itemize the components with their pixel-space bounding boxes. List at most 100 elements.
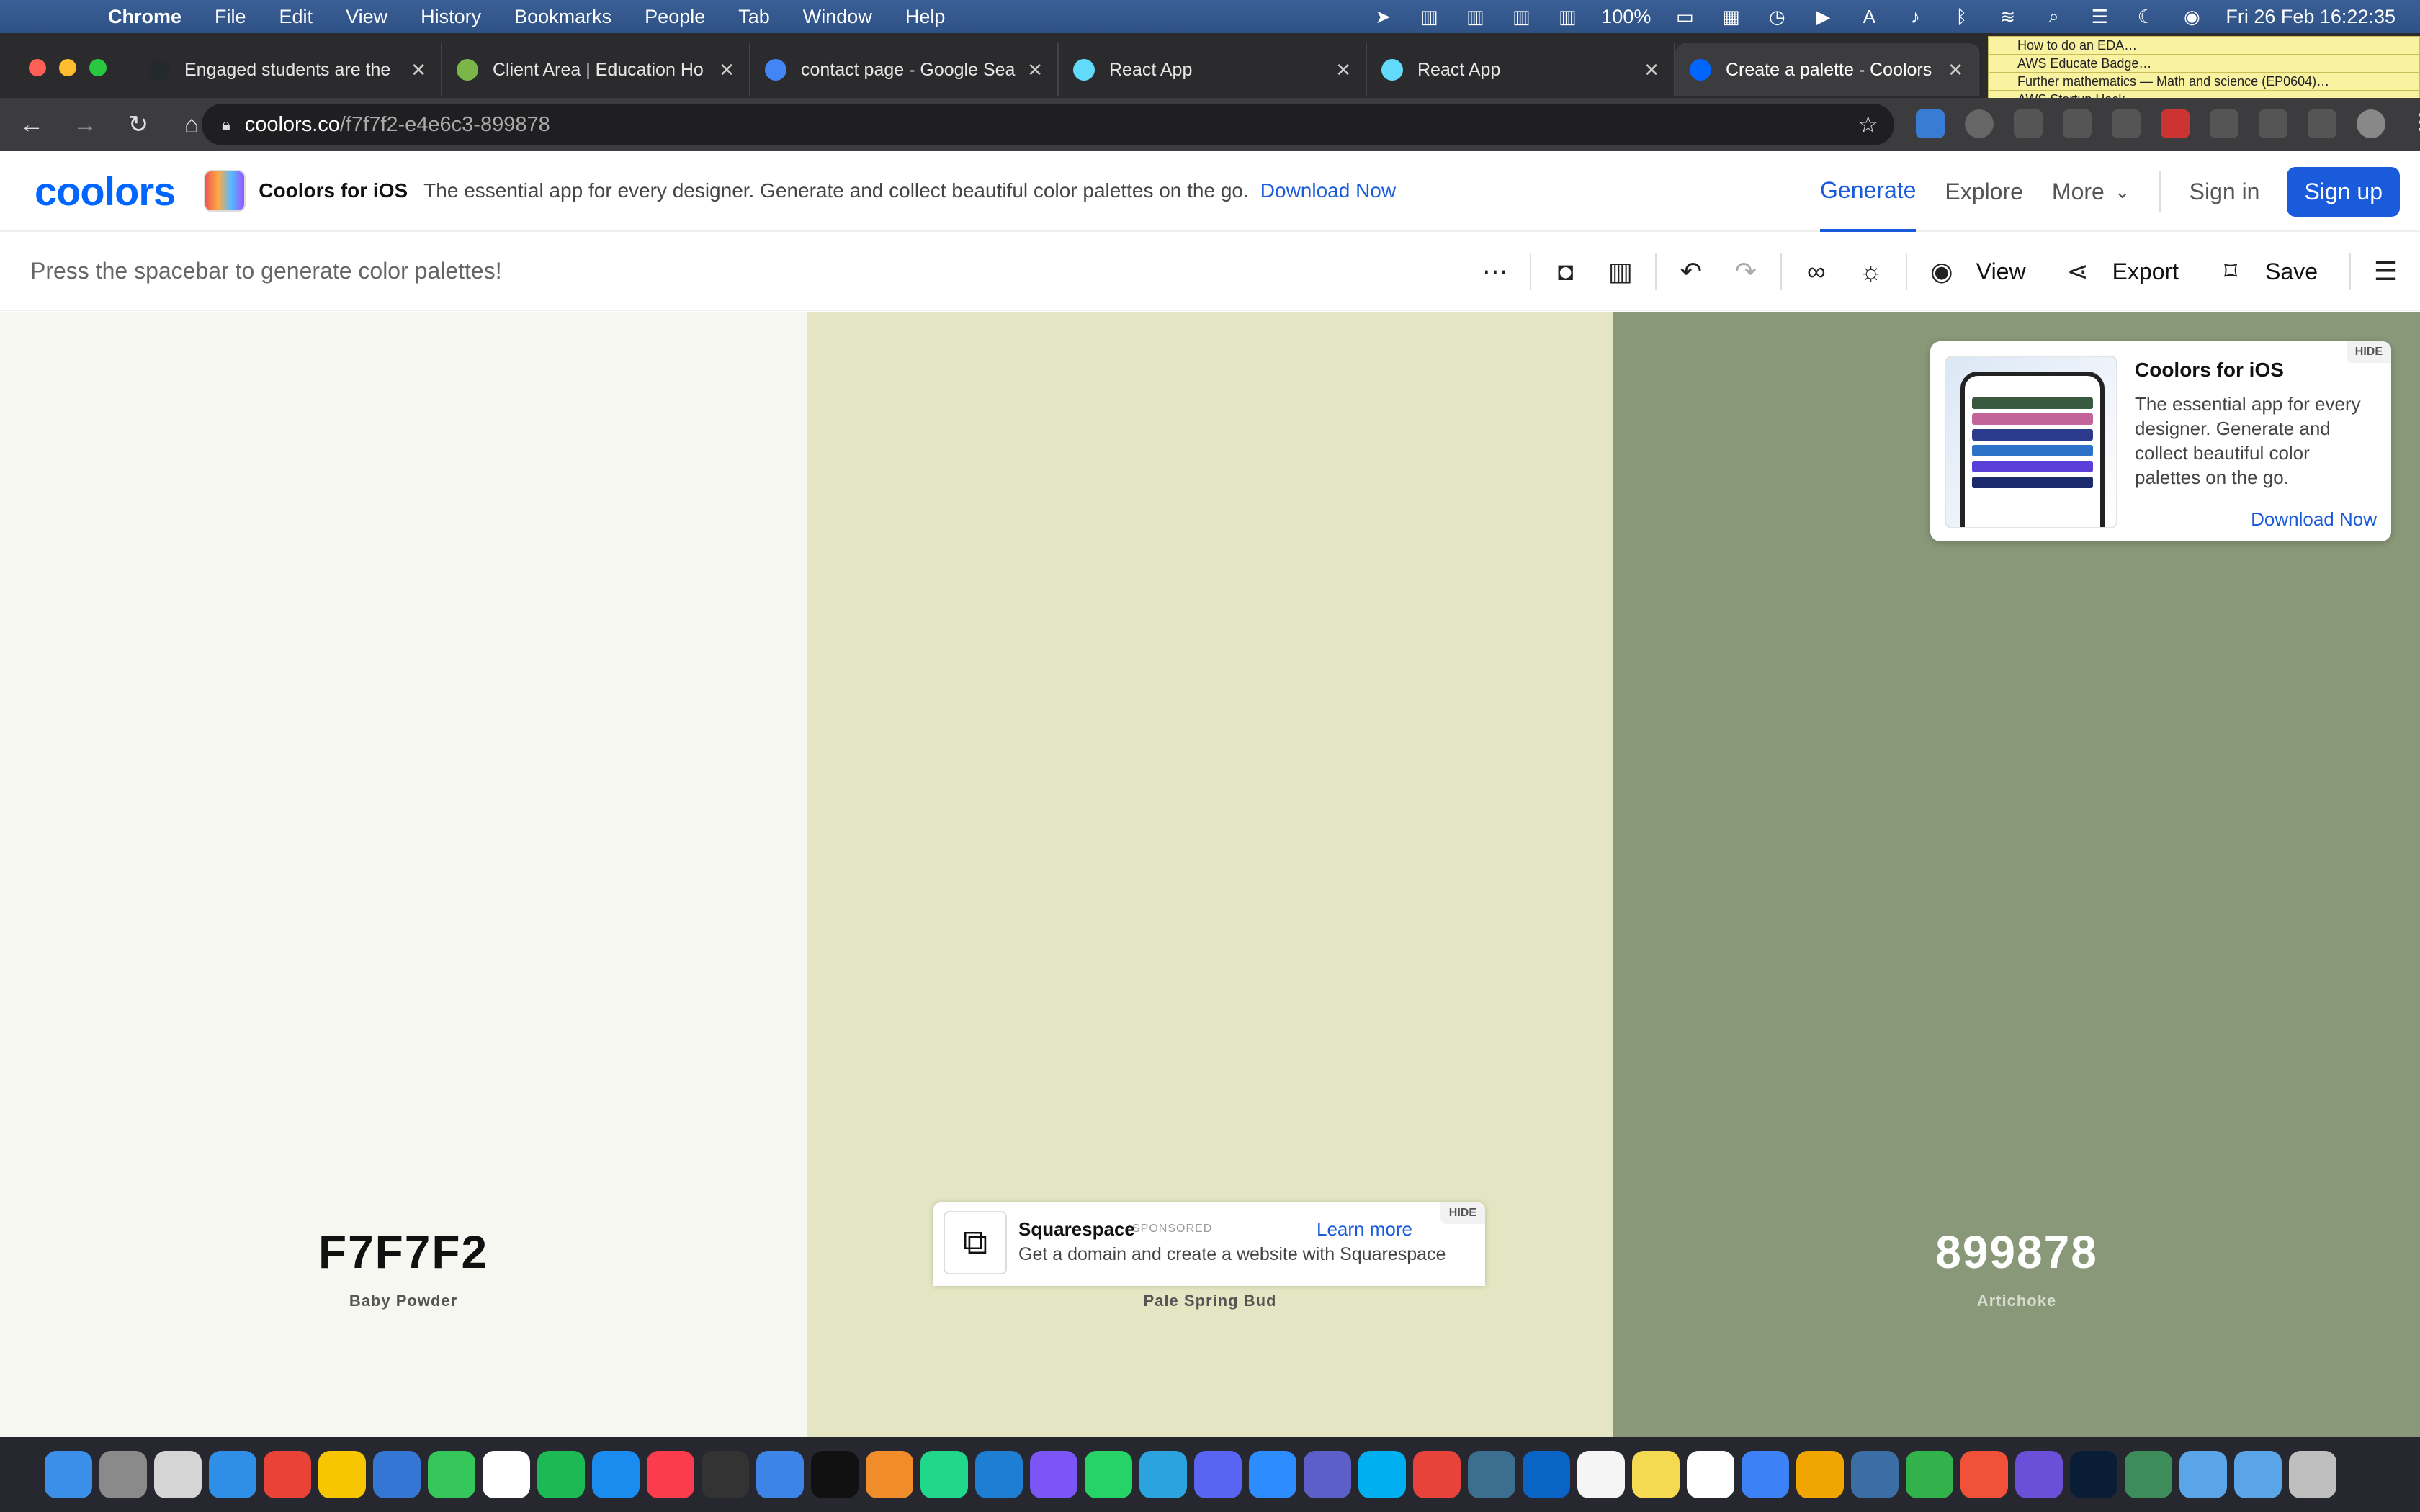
forward-icon[interactable]: → [63,111,107,139]
dock-vscode-icon[interactable] [975,1451,1023,1498]
bookmark-icon[interactable]: ⌑ [2203,256,2258,287]
extension-icon[interactable] [2308,109,2336,138]
menu-view[interactable]: View [346,6,387,28]
extension-icon[interactable] [2063,109,2092,138]
control-center-icon[interactable]: ☰ [2087,6,2112,27]
dock-imovie-icon[interactable] [2015,1451,2063,1498]
sign-up-button[interactable]: Sign up [2287,166,2400,217]
menu-help[interactable]: Help [905,6,946,28]
wifi-icon[interactable]: ≋ [1995,6,2020,27]
dock-app-store-icon[interactable] [592,1451,640,1498]
menu-tab[interactable]: Tab [738,6,770,28]
view-button[interactable]: View [1976,258,2026,285]
close-tab-icon[interactable]: ✕ [1948,59,1963,81]
bookmark-star-icon[interactable]: ☆ [1857,111,1878,138]
dock-calendar-icon[interactable] [483,1451,530,1498]
location-icon[interactable]: ➤ [1371,6,1395,27]
nav-generate[interactable]: Generate [1820,151,1917,232]
status-app-icon[interactable]: ▥ [1463,6,1487,27]
dock-messenger-icon[interactable] [1030,1451,1077,1498]
menu-history[interactable]: History [421,6,481,28]
close-tab-icon[interactable]: ✕ [1335,59,1351,81]
dock-notion-icon[interactable] [1687,1451,1734,1498]
extension-icon[interactable] [2210,109,2238,138]
menu-bookmarks[interactable]: Bookmarks [514,6,611,28]
color-name[interactable]: Pale Spring Bud [807,1292,1613,1310]
learn-more-link[interactable]: Learn more [1317,1218,1412,1241]
dock-skype-icon[interactable] [1358,1451,1406,1498]
back-icon[interactable]: ← [10,111,53,139]
dock-chrome-icon[interactable] [264,1451,311,1498]
color-column[interactable]: F7F7F2 Baby Powder [0,312,807,1437]
dock-discord-icon[interactable] [1194,1451,1242,1498]
layout-icon[interactable]: ▦ [1718,6,1743,27]
dock-notes-icon[interactable] [1577,1451,1625,1498]
dock-brush-icon[interactable] [1742,1451,1789,1498]
glasses-icon[interactable]: ∞ [1789,256,1844,287]
reload-icon[interactable]: ↻ [117,110,160,139]
more-options-icon[interactable]: ⋯ [1468,256,1523,287]
dock-swift-icon[interactable] [1960,1451,2008,1498]
close-window-icon[interactable] [29,59,46,76]
menu-edit[interactable]: Edit [279,6,313,28]
nav-explore[interactable]: Explore [1945,151,2023,232]
dock-sublime-icon[interactable] [866,1451,913,1498]
browser-tab[interactable]: React App ✕ [1367,43,1675,96]
dock-trash-icon[interactable] [2289,1451,2336,1498]
eye-icon[interactable]: ◉ [1914,256,1969,287]
input-source-icon[interactable]: A [1857,6,1881,27]
close-tab-icon[interactable]: ✕ [1644,59,1659,81]
dock-hand-icon[interactable] [1413,1451,1461,1498]
do-not-disturb-icon[interactable]: ☾ [2133,6,2158,27]
dock-launchpad-icon[interactable] [154,1451,202,1498]
chrome-menu-icon[interactable]: ⋮ [2406,109,2420,138]
bookmark-item[interactable]: Further mathematics — Math and science (… [1989,73,2419,91]
side-panel-icon[interactable]: ▥ [1593,256,1648,287]
dock-music-icon[interactable] [647,1451,694,1498]
volume-icon[interactable]: ♪ [1903,6,1927,27]
nav-more[interactable]: More ⌄ [2052,151,2130,232]
browser-tab[interactable]: contact page - Google Sea ✕ [750,43,1059,96]
menu-window[interactable]: Window [803,6,872,28]
dock-google-drive-icon[interactable] [318,1451,366,1498]
status-app-icon[interactable]: ▥ [1509,6,1533,27]
dock-outlook-icon[interactable] [1523,1451,1570,1498]
maximize-window-icon[interactable] [89,59,107,76]
dock-whatsapp-icon[interactable] [1085,1451,1132,1498]
menu-file[interactable]: File [215,6,246,28]
sign-in-link[interactable]: Sign in [2190,151,2260,232]
color-hex[interactable]: 899878 [1613,1225,2420,1279]
battery-icon[interactable]: ▭ [1672,6,1697,27]
dock-numbers-icon[interactable] [1906,1451,1953,1498]
brightness-icon[interactable]: ☼ [1844,256,1899,287]
browser-tab[interactable]: Engaged students are the ✕ [134,43,442,96]
color-name[interactable]: Baby Powder [0,1292,807,1310]
extension-icon[interactable] [1916,109,1945,138]
export-button[interactable]: Export [2112,258,2179,285]
close-tab-icon[interactable]: ✕ [719,59,735,81]
dock-terminal-icon[interactable] [811,1451,859,1498]
dock-mysql-icon[interactable] [1468,1451,1515,1498]
dock-photoshop-icon[interactable] [2070,1451,2118,1498]
camera-icon[interactable]: ◘ [1538,256,1593,287]
dock-globe-icon[interactable] [2125,1451,2172,1498]
dock-folder-2-icon[interactable] [2234,1451,2282,1498]
dock-stickies-icon[interactable] [1632,1451,1680,1498]
download-now-link[interactable]: Download Now [1260,179,1396,202]
browser-tab[interactable]: Create a palette - Coolors ✕ [1675,43,1979,96]
menu-app-name[interactable]: Chrome [108,6,182,28]
play-icon[interactable]: ▶ [1811,6,1835,27]
extension-icon[interactable] [2014,109,2043,138]
dock-safari-icon[interactable] [209,1451,256,1498]
coolors-logo[interactable]: coolors [35,168,176,215]
profile-avatar[interactable] [2357,109,2385,138]
minimize-window-icon[interactable] [59,59,76,76]
hide-ad-button[interactable]: HIDE [1440,1202,1485,1224]
browser-tab[interactable]: React App ✕ [1059,43,1367,96]
dock-messages-icon[interactable] [428,1451,475,1498]
bluetooth-icon[interactable]: ᛒ [1949,6,1973,27]
status-app-icon[interactable]: ▥ [1555,6,1579,27]
browser-tab[interactable]: Client Area | Education Ho ✕ [442,43,750,96]
color-name[interactable]: Artichoke [1613,1292,2420,1310]
hamburger-menu-icon[interactable]: ☰ [2358,256,2413,287]
